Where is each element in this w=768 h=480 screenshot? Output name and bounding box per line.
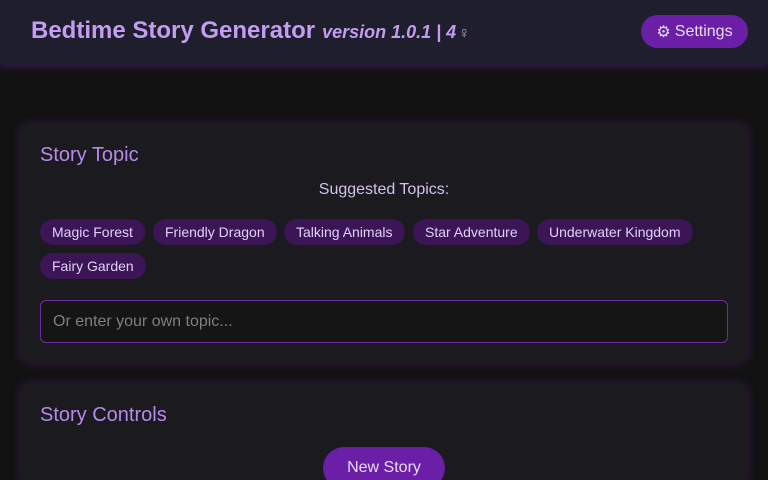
topic-chip-talking-animals[interactable]: Talking Animals <box>284 219 405 245</box>
suggested-topics-list: Magic Forest Friendly Dragon Talking Ani… <box>40 219 728 299</box>
settings-label: Settings <box>674 22 733 40</box>
app-header: Bedtime Story Generator version 1.0.1 | … <box>0 0 768 64</box>
settings-button[interactable]: ⚙ Settings <box>641 15 748 48</box>
story-topic-panel: Story Topic Suggested Topics: Magic Fore… <box>20 124 748 363</box>
story-topic-heading: Story Topic <box>40 144 139 166</box>
topic-chip-friendly-dragon[interactable]: Friendly Dragon <box>153 219 277 245</box>
suggested-topics-label: Suggested Topics: <box>318 181 450 198</box>
topic-chip-underwater-kingdom[interactable]: Underwater Kingdom <box>537 219 693 245</box>
app-root: Bedtime Story Generator version 1.0.1 | … <box>0 0 768 480</box>
app-title: Bedtime Story Generator <box>31 17 316 44</box>
gear-icon: ⚙ <box>656 23 671 41</box>
custom-topic-input[interactable] <box>40 300 728 343</box>
new-story-button[interactable]: New Story <box>323 447 445 480</box>
topic-chip-magic-forest[interactable]: Magic Forest <box>40 219 145 245</box>
story-controls-heading: Story Controls <box>40 404 167 426</box>
emoji-suffix-icon: ‍♀ <box>458 25 471 42</box>
topic-chip-star-adventure[interactable]: Star Adventure <box>413 219 530 245</box>
title-row: Bedtime Story Generator version 1.0.1 | … <box>20 17 470 45</box>
story-controls-panel: Story Controls New Story <box>20 384 748 480</box>
topic-chip-fairy-garden[interactable]: Fairy Garden <box>40 253 146 279</box>
version-label: version 1.0.1 | 4 <box>322 22 457 42</box>
